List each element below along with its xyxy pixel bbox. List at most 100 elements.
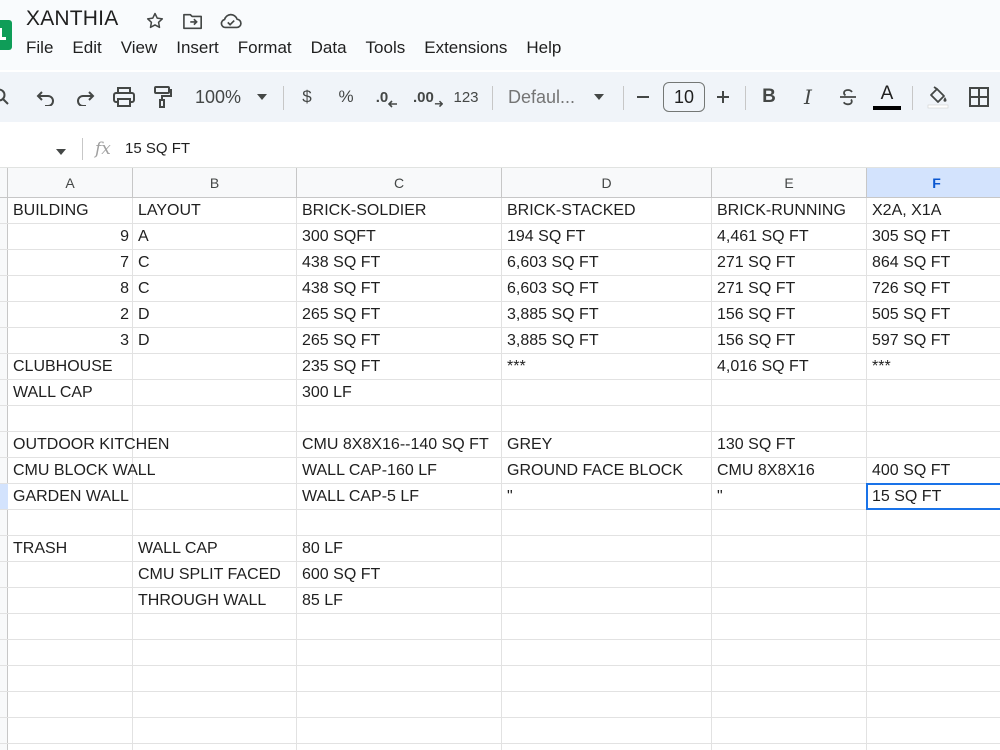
cell-b18[interactable] — [133, 640, 297, 666]
cell-c2[interactable]: 300 SQFT — [297, 224, 502, 250]
minus-icon[interactable] — [633, 80, 653, 114]
cell-d6[interactable]: 3,885 SQ FT — [502, 328, 712, 354]
cell-f16[interactable] — [867, 588, 1000, 614]
cell-f18[interactable] — [867, 640, 1000, 666]
menu-help[interactable]: Help — [526, 38, 569, 58]
cell-e21[interactable] — [712, 718, 867, 744]
cell-d11[interactable]: GROUND FACE BLOCK — [502, 458, 712, 484]
menu-format[interactable]: Format — [238, 38, 300, 58]
cell-e5[interactable]: 156 SQ FT — [712, 302, 867, 328]
cell-a2[interactable]: 9 — [8, 224, 133, 250]
cell-f3[interactable]: 864 SQ FT — [867, 250, 1000, 276]
cell-b2[interactable]: A — [133, 224, 297, 250]
cell-a21[interactable] — [8, 718, 133, 744]
cell-a3[interactable]: 7 — [8, 250, 133, 276]
cell-a8[interactable]: WALL CAP — [8, 380, 133, 406]
cell-f11[interactable]: 400 SQ FT — [867, 458, 1000, 484]
cell-f1[interactable]: X2A, X1A — [867, 198, 1000, 224]
cell-a4[interactable]: 8 — [8, 276, 133, 302]
cell-e11[interactable]: CMU 8X8X16 — [712, 458, 867, 484]
spreadsheet-grid[interactable]: A B C D E F BUILDING LAYOUT BRICK-SOLDIER B… — [0, 168, 1000, 750]
more-formats-button[interactable]: 123 — [452, 80, 480, 114]
cell-b19[interactable] — [133, 666, 297, 692]
cell-d16[interactable] — [502, 588, 712, 614]
cell-d18[interactable] — [502, 640, 712, 666]
cell-f13[interactable] — [867, 510, 1000, 536]
cell-e20[interactable] — [712, 692, 867, 718]
cell-d15[interactable] — [502, 562, 712, 588]
cell-f7[interactable]: *** — [867, 354, 1000, 380]
cell-b14[interactable]: WALL CAP — [133, 536, 297, 562]
cell-d1[interactable]: BRICK-STACKED — [502, 198, 712, 224]
cell-c6[interactable]: 265 SQ FT — [297, 328, 502, 354]
cell-e8[interactable] — [712, 380, 867, 406]
cell-f20[interactable] — [867, 692, 1000, 718]
cell-c8[interactable]: 300 LF — [297, 380, 502, 406]
cell-e16[interactable] — [712, 588, 867, 614]
cell-a12[interactable]: GARDEN WALL — [8, 484, 133, 510]
column-header-a[interactable]: A — [8, 168, 133, 197]
cell-c1[interactable]: BRICK-SOLDIER — [297, 198, 502, 224]
cell-b7[interactable] — [133, 354, 297, 380]
cell-c13[interactable] — [297, 510, 502, 536]
cell-f9[interactable] — [867, 406, 1000, 432]
borders-icon[interactable] — [966, 80, 992, 114]
cell-a17[interactable] — [8, 614, 133, 640]
cell-f5[interactable]: 505 SQ FT — [867, 302, 1000, 328]
cell-b16[interactable]: THROUGH WALL — [133, 588, 297, 614]
cell-d7[interactable]: *** — [502, 354, 712, 380]
cell-a5[interactable]: 2 — [8, 302, 133, 328]
cell-d3[interactable]: 6,603 SQ FT — [502, 250, 712, 276]
cell-b15[interactable]: CMU SPLIT FACED — [133, 562, 297, 588]
menu-data[interactable]: Data — [311, 38, 355, 58]
plus-icon[interactable] — [713, 80, 733, 114]
column-header-d[interactable]: D — [502, 168, 712, 197]
cell-c7[interactable]: 235 SQ FT — [297, 354, 502, 380]
cell-d20[interactable] — [502, 692, 712, 718]
cell-a19[interactable] — [8, 666, 133, 692]
star-icon[interactable] — [142, 9, 168, 33]
cell-b12[interactable] — [133, 484, 297, 510]
document-title[interactable]: XANTHIA — [26, 7, 118, 31]
cell-c11[interactable]: WALL CAP-160 LF — [297, 458, 502, 484]
menu-insert[interactable]: Insert — [176, 38, 227, 58]
cell-a16[interactable] — [8, 588, 133, 614]
cell-d14[interactable] — [502, 536, 712, 562]
cell-c20[interactable] — [297, 692, 502, 718]
print-icon[interactable] — [111, 80, 137, 114]
cell-b10[interactable] — [133, 432, 297, 458]
cloud-saved-icon[interactable] — [218, 9, 244, 33]
font-dropdown-icon[interactable] — [591, 80, 607, 114]
cell-d9[interactable] — [502, 406, 712, 432]
cell-c12[interactable]: WALL CAP-5 LF — [297, 484, 502, 510]
cell-e18[interactable] — [712, 640, 867, 666]
cell-d10[interactable]: GREY — [502, 432, 712, 458]
search-icon[interactable] — [0, 80, 14, 114]
cell-d12[interactable]: " — [502, 484, 712, 510]
cell-b21[interactable] — [133, 718, 297, 744]
cell-f14[interactable] — [867, 536, 1000, 562]
cell-a7[interactable]: CLUBHOUSE — [8, 354, 133, 380]
font-size-input[interactable]: 10 — [663, 82, 705, 112]
paint-format-icon[interactable] — [150, 80, 176, 114]
cell-f15[interactable] — [867, 562, 1000, 588]
cell-e1[interactable]: BRICK-RUNNING — [712, 198, 867, 224]
column-header-f[interactable]: F — [867, 168, 1000, 197]
cell-d13[interactable] — [502, 510, 712, 536]
cell-c4[interactable]: 438 SQ FT — [297, 276, 502, 302]
sheets-logo-icon[interactable] — [0, 20, 12, 50]
cell-b13[interactable] — [133, 510, 297, 536]
cell-b5[interactable]: D — [133, 302, 297, 328]
move-folder-icon[interactable] — [180, 9, 206, 33]
menu-tools[interactable]: Tools — [366, 38, 414, 58]
menu-view[interactable]: View — [121, 38, 166, 58]
cell-b8[interactable] — [133, 380, 297, 406]
cell-e14[interactable] — [712, 536, 867, 562]
cell-c10[interactable]: CMU 8X8X16--140 SQ FT — [297, 432, 502, 458]
strikethrough-icon[interactable] — [836, 80, 860, 114]
cell-a9[interactable] — [8, 406, 133, 432]
cell-a20[interactable] — [8, 692, 133, 718]
cell-c19[interactable] — [297, 666, 502, 692]
cell-f17[interactable] — [867, 614, 1000, 640]
percent-format-button[interactable]: % — [334, 80, 358, 114]
